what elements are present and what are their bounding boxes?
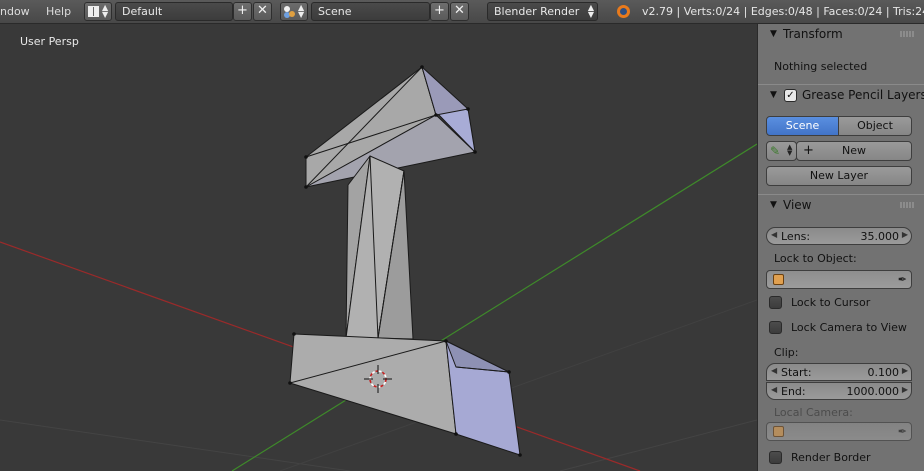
view-label: User Persp	[20, 35, 79, 48]
increment-arrow-icon[interactable]: ▶	[902, 230, 908, 239]
grease-pencil-panel-header[interactable]: ▼ ✓ Grease Pencil Layers	[758, 84, 924, 106]
drag-grip-icon[interactable]	[900, 202, 914, 208]
layout-selector[interactable]: ▲ ▼	[84, 2, 112, 21]
cube-icon	[773, 426, 784, 437]
render-engine-label: Blender Render	[494, 5, 580, 18]
collapse-triangle-icon: ▼	[770, 200, 777, 210]
grease-pencil-datablock-selector[interactable]: ✎ ▲ ▼	[766, 141, 797, 161]
decrement-arrow-icon[interactable]: ◀	[771, 385, 777, 394]
decrement-arrow-icon[interactable]: ◀	[771, 230, 777, 239]
lock-to-object-label: Lock to Object:	[774, 252, 857, 265]
clip-start-field[interactable]: ◀ Start: 0.100 ▶	[766, 363, 912, 381]
lock-object-field[interactable]: ✒	[766, 270, 912, 289]
new-grease-pencil-button[interactable]: + New	[796, 141, 912, 161]
local-camera-field[interactable]: ✒	[766, 422, 912, 441]
collapse-triangle-icon: ▼	[770, 29, 777, 39]
clip-start-value: 0.100	[867, 366, 900, 379]
close-icon: ✕	[454, 3, 465, 18]
chevron-updown-icon: ▲ ▼	[787, 143, 793, 157]
layout-icon	[88, 6, 99, 17]
scene-tab-button[interactable]: Scene	[766, 116, 839, 136]
add-scene-button[interactable]: +	[430, 2, 449, 21]
local-camera-label: Local Camera:	[774, 406, 853, 419]
chevron-updown-icon: ▲ ▼	[298, 3, 305, 19]
layout-name-field[interactable]: Default	[115, 2, 233, 21]
lock-camera-to-view-label: Lock Camera to View	[791, 321, 907, 334]
grease-pencil-panel-title: Grease Pencil Layers	[802, 88, 924, 102]
viewport-canvas[interactable]	[0, 24, 757, 471]
add-icon: +	[434, 3, 445, 18]
scene-selector[interactable]: ▲ ▼	[280, 2, 308, 21]
render-border-label: Render Border	[791, 451, 871, 464]
clip-start-label: Start:	[781, 366, 812, 379]
scene-statistics: v2.79 | Verts:0/24 | Edges:0/48 | Faces:…	[642, 5, 924, 18]
scene-name-field[interactable]: Scene	[311, 2, 430, 21]
view-panel-header[interactable]: ▼ View	[758, 194, 924, 216]
menu-window[interactable]: ndow	[0, 5, 30, 18]
pencil-icon: ✎	[770, 144, 781, 158]
transform-panel-title: Transform	[783, 27, 843, 41]
menu-help[interactable]: Help	[46, 5, 71, 18]
scene-icon	[284, 6, 290, 12]
mesh-object[interactable]	[289, 66, 521, 456]
properties-side-panel: ▼ Transform Nothing selected ▼ ✓ Grease …	[757, 24, 924, 471]
grid-line	[559, 419, 757, 471]
object-tab-button[interactable]: Object	[838, 116, 912, 136]
clip-label: Clip:	[774, 346, 799, 359]
add-layout-button[interactable]: +	[233, 2, 252, 21]
checkbox-icon[interactable]: ✓	[784, 89, 797, 102]
delete-layout-button[interactable]: ✕	[253, 2, 272, 21]
transform-info: Nothing selected	[774, 60, 868, 73]
3d-viewport[interactable]: User Persp	[0, 24, 757, 471]
increment-arrow-icon[interactable]: ▶	[902, 385, 908, 394]
lens-field[interactable]: ◀ Lens: 35.000 ▶	[766, 227, 912, 245]
drag-grip-icon[interactable]	[900, 31, 914, 37]
lock-camera-to-view-checkbox[interactable]	[769, 321, 782, 334]
chevron-updown-icon: ▲ ▼	[587, 3, 594, 19]
new-layer-button[interactable]: New Layer	[766, 166, 912, 186]
clip-end-value: 1000.000	[846, 385, 900, 398]
clip-end-label: End:	[781, 385, 806, 398]
render-border-checkbox[interactable]	[769, 451, 782, 464]
grid-line	[0, 419, 351, 471]
new-button-label: New	[842, 144, 866, 157]
lens-value: 35.000	[860, 230, 900, 243]
decrement-arrow-icon[interactable]: ◀	[771, 366, 777, 375]
eyedropper-icon[interactable]: ✒	[898, 425, 907, 438]
lock-to-cursor-label: Lock to Cursor	[791, 296, 871, 309]
eyedropper-icon[interactable]: ✒	[898, 273, 907, 286]
lens-label: Lens:	[781, 230, 811, 243]
add-icon: +	[803, 143, 814, 158]
view-panel-title: View	[783, 198, 812, 212]
cube-icon	[773, 274, 784, 285]
delete-scene-button[interactable]: ✕	[450, 2, 469, 21]
collapse-triangle-icon: ▼	[770, 90, 777, 100]
clip-end-field[interactable]: ◀ End: 1000.000 ▶	[766, 382, 912, 400]
close-icon: ✕	[257, 3, 268, 18]
render-engine-dropdown[interactable]: Blender Render ▲ ▼	[487, 2, 598, 21]
chevron-updown-icon: ▲ ▼	[102, 3, 109, 19]
info-header: ndow Help ▲ ▼ Default + ✕ ▲ ▼ Scene + ✕ Bl…	[0, 0, 924, 24]
blender-logo-icon	[617, 5, 630, 18]
increment-arrow-icon[interactable]: ▶	[902, 366, 908, 375]
lock-to-cursor-checkbox[interactable]	[769, 296, 782, 309]
transform-panel-header[interactable]: ▼ Transform	[758, 24, 924, 46]
add-icon: +	[237, 3, 248, 18]
